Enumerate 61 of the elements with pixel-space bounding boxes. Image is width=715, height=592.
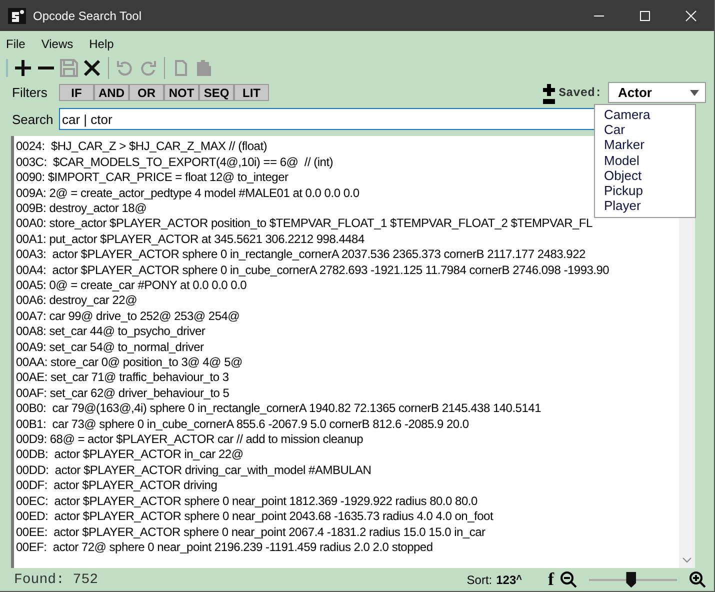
dropdown-option[interactable]: Model — [604, 152, 695, 168]
filter-button[interactable]: IF — [59, 84, 94, 102]
maximize-icon[interactable] — [639, 10, 651, 22]
filters-label: Filters — [12, 85, 48, 100]
filter-button[interactable]: NOT — [164, 84, 199, 102]
result-row[interactable]: 00DF: actor $PLAYER_ACTOR driving — [16, 478, 218, 494]
filter-button[interactable]: OR — [129, 84, 164, 102]
filter-button[interactable]: AND — [94, 84, 129, 102]
filter-button[interactable]: LIT — [234, 84, 269, 102]
saved-label: Saved: — [558, 86, 602, 100]
dropdown-option[interactable]: Camera — [604, 106, 695, 122]
result-row[interactable]: 00AF: set_car 62@ driver_behaviour_to 5 — [16, 386, 230, 402]
result-row[interactable]: 0090: $IMPORT_CAR_PRICE = float 12@ to_integer — [16, 170, 288, 186]
result-row[interactable]: 00EC: actor $PLAYER_ACTOR sphere 0 near_point 1812.369 -1929.922 radius 80.0 80.0 — [16, 494, 478, 510]
dropdown-option[interactable]: Object — [604, 168, 695, 184]
result-row[interactable]: 00A6: destroy_car 22@ — [16, 293, 138, 309]
result-row[interactable]: 00B0: car 79@(163@,4i) sphere 0 in_rectangle_cornerA 1940.82 72.1365 cornerB 2145.438 140.5141 — [16, 401, 541, 417]
result-row[interactable]: 00A8: set_car 44@ to_psycho_driver — [16, 324, 206, 340]
result-row[interactable]: 00EE: actor $PLAYER_ACTOR sphere 0 near_point 2067.4 -1831.2 radius 15.0 15.0 in_car — [16, 524, 486, 540]
dropdown-option[interactable]: Player — [604, 198, 695, 214]
menu-item[interactable]: File — [6, 37, 26, 51]
result-row[interactable]: 00AA: store_car 0@ position_to 3@ 4@ 5@ — [16, 355, 242, 370]
result-row[interactable]: 0024: $HJ_CAR_Z > $HJ_CAR_Z_MAX // (float) — [16, 139, 268, 155]
result-row[interactable]: 009B: destroy_actor 18@ — [16, 200, 147, 216]
menu-item[interactable]: Help — [89, 37, 114, 51]
result-row[interactable]: 00ED: actor $PLAYER_ACTOR sphere 0 near_point 2043.68 -1635.73 radius 4.0 4.0 on_foot — [16, 509, 494, 524]
result-row[interactable]: 003C: $CAR_MODELS_TO_EXPORT(4@,10i) == 6@ // (int) — [16, 154, 334, 170]
result-row[interactable]: 00A4: actor $PLAYER_ACTOR sphere 0 in_cube_cornerA 2782.693 -1921.125 11.7984 cornerB 2746.098 -1993.90 — [16, 262, 610, 278]
sort-label: Sort: — [466, 572, 492, 587]
result-row[interactable]: 00EF: actor 72@ sphere 0 near_point 2196.239 -1191.459 radius 2.0 2.0 stopped — [16, 540, 433, 556]
saved-dropdown[interactable]: Actor — [608, 82, 706, 104]
result-row[interactable]: 00A9: set_car 54@ to_normal_driver — [16, 340, 204, 356]
result-row[interactable]: 00A0: store_actor $PLAYER_ACTOR position_to $TEMPVAR_FLOAT_1 $TEMPVAR_FLOAT_2 $TEMPVAR_FL — [16, 216, 592, 232]
result-row[interactable]: 00DD: actor $PLAYER_ACTOR driving_car_with_model #AMBULAN — [16, 462, 372, 478]
scroll-down-icon[interactable] — [682, 557, 692, 564]
dropdown-option[interactable]: Pickup — [604, 183, 695, 198]
plus-minus-icon[interactable] — [542, 84, 555, 106]
dropdown-option[interactable]: Marker — [604, 137, 695, 153]
result-row[interactable]: 00B1: car 73@ sphere 0 in_cube_cornerA 855.6 -2067.9 5.0 cornerB 812.6 -2085.9 20.0 — [16, 416, 469, 432]
sort-button[interactable]: 123˄ — [496, 572, 522, 587]
result-row[interactable]: 00A1: put_actor $PLAYER_ACTOR at 345.5621 306.2212 998.4484 — [16, 232, 364, 248]
app-logo-icon — [8, 6, 26, 24]
result-row[interactable]: 00DB: actor $PLAYER_ACTOR in_car 22@ — [16, 447, 244, 463]
result-row[interactable]: 00AE: set_car 71@ traffic_behaviour_to 3 — [16, 370, 229, 386]
result-row[interactable]: 00A7: car 99@ drive_to 252@ 253@ 254@ — [16, 308, 240, 324]
search-label: Search — [12, 112, 54, 126]
result-row[interactable]: 00D9: 68@ = actor $PLAYER_ACTOR car // add to mission cleanup — [16, 432, 363, 448]
filter-button[interactable]: SEQ — [199, 84, 234, 102]
window-title: Opcode Search Tool — [33, 8, 142, 22]
slider-thumb[interactable] — [626, 572, 636, 588]
zoom-out-icon[interactable] — [560, 571, 577, 588]
zoom-in-icon[interactable] — [689, 571, 706, 588]
result-row[interactable]: 00A3: actor $PLAYER_ACTOR sphere 0 in_rectangle_cornerA 2037.536 2365.373 cornerB 2117.177 2483.922 — [16, 247, 586, 263]
font-button[interactable]: f — [548, 569, 554, 590]
result-row[interactable]: 00A5: 0@ = create_car #PONY at 0.0 0.0 0.0 — [16, 278, 247, 294]
plus-icon[interactable] — [13, 58, 33, 78]
result-row[interactable]: 009A: 2@ = create_actor_pedtype 4 model #MALE01 at 0.0 0.0 0.0 — [16, 186, 360, 201]
found-count: Found: 752 — [14, 572, 98, 588]
caret-icon — [690, 90, 699, 96]
menu-item[interactable]: Views — [41, 37, 74, 51]
close-icon[interactable] — [82, 58, 102, 78]
